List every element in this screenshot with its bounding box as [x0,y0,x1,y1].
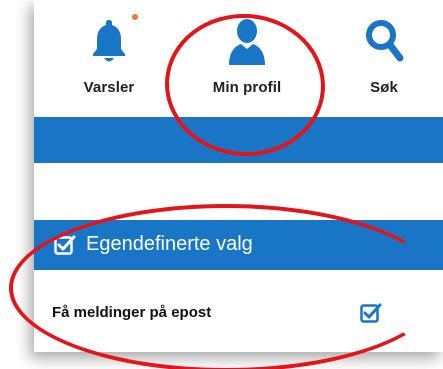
nav-label-sok: Søk [370,79,398,96]
option-label: Få meldinger på epost [52,304,212,321]
top-navigation: Varsler Min profil Søk [34,0,443,108]
email-notification-checkbox[interactable] [360,302,382,329]
nav-item-sok[interactable]: Søk [344,0,424,108]
nav-item-varsler[interactable]: Varsler [59,0,159,108]
bell-icon [92,18,126,71]
nav-label-min-profil: Min profil [212,79,282,96]
nav-label-varsler: Varsler [83,79,135,96]
screenshot-stage: Varsler Min profil Søk Egendefinerte val… [0,0,443,369]
user-icon [227,18,267,71]
notification-dot [132,14,138,20]
checkbox-checked-icon [54,234,76,261]
section-header: Egendefinerte valg [34,220,443,270]
header-bar [34,117,443,163]
search-icon [364,18,404,69]
section-title: Egendefinerte valg [86,233,253,255]
nav-item-min-profil[interactable]: Min profil [182,0,312,108]
option-row: Få meldinger på epost [34,290,443,334]
